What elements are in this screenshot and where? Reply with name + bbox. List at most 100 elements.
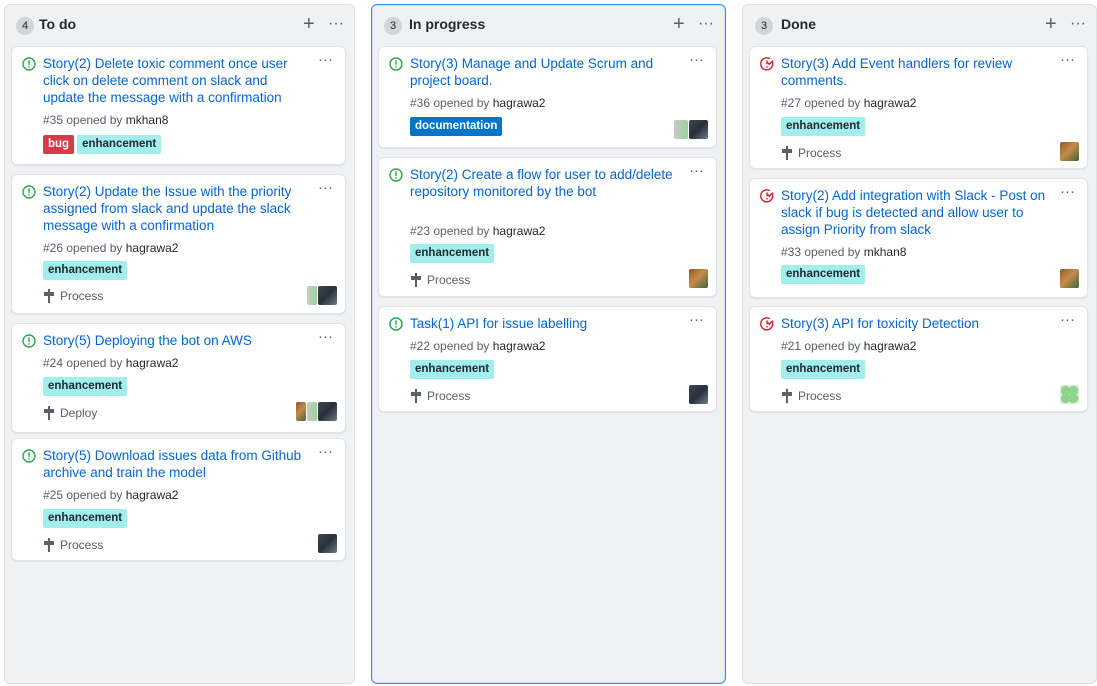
avatar[interactable] [307,402,317,421]
column-title: Done [781,16,816,32]
milestone-icon [44,289,54,303]
card-menu-button[interactable]: ··· [689,162,704,179]
author-link[interactable]: hagrawa2 [493,339,546,353]
card-issue-26[interactable]: Story(2) Update the Issue with the prior… [11,174,346,314]
card-menu-button[interactable]: ··· [318,328,333,345]
card-issue-33[interactable]: Story(2) Add integration with Slack - Po… [749,178,1088,298]
card-title-link[interactable]: Story(2) Update the Issue with the prior… [43,183,307,234]
label-list: enhancement [43,509,128,528]
issue-closed-icon [760,317,774,331]
milestone[interactable]: Process [781,146,841,160]
milestone-label: Process [60,289,104,303]
card-title-link[interactable]: Story(3) API for toxicity Detection [781,315,1049,332]
author-link[interactable]: hagrawa2 [126,356,179,370]
card-title-link[interactable]: Story(2) Create a flow for user to add/d… [410,166,678,200]
avatar[interactable] [1060,142,1079,161]
milestone[interactable]: Process [43,538,103,552]
label-documentation[interactable]: documentation [410,117,503,136]
label-list: documentation [410,117,503,136]
issue-opened-icon [22,57,36,71]
assignee-avatars [1060,269,1079,288]
column-menu-button[interactable]: ··· [698,13,714,35]
author-link[interactable]: hagrawa2 [126,488,179,502]
avatar[interactable] [318,534,337,553]
card-issue-35[interactable]: Story(2) Delete toxic comment once user … [11,46,346,165]
card-issue-24[interactable]: Story(5) Deploying the bot on AWS ··· #2… [11,323,346,433]
label-enhancement[interactable]: enhancement [410,360,495,379]
label-enhancement[interactable]: enhancement [781,265,866,284]
author-link[interactable]: hagrawa2 [864,339,917,353]
card-issue-27[interactable]: Story(3) Add Event handlers for review c… [749,46,1088,169]
author-link[interactable]: hagrawa2 [493,224,546,238]
label-enhancement[interactable]: enhancement [43,261,128,280]
label-enhancement[interactable]: enhancement [43,509,128,528]
label-enhancement[interactable]: enhancement [781,117,866,136]
card-title-link[interactable]: Story(5) Deploying the bot on AWS [43,332,307,349]
milestone[interactable]: Process [43,289,103,303]
milestone[interactable]: Process [410,389,470,403]
card-meta: #22 opened by hagrawa2 [410,339,545,353]
author-link[interactable]: hagrawa2 [126,241,179,255]
milestone-label: Process [60,538,104,552]
label-list: enhancement [781,117,866,136]
card-title-link[interactable]: Task(1) API for issue labelling [410,315,678,332]
card-issue-22[interactable]: Task(1) API for issue labelling ··· #22 … [378,306,717,412]
avatar[interactable] [689,385,708,404]
card-title-link[interactable]: Story(3) Add Event handlers for review c… [781,55,1049,89]
column-count-badge: 3 [384,17,402,35]
issue-number-text: #33 opened by [781,245,861,259]
author-link[interactable]: hagrawa2 [864,96,917,110]
issue-number-text: #22 opened by [410,339,490,353]
avatar[interactable] [674,120,688,139]
card-menu-button[interactable]: ··· [689,51,704,68]
card-issue-25[interactable]: Story(5) Download issues data from Githu… [11,438,346,561]
author-link[interactable]: hagrawa2 [493,96,546,110]
issue-number-text: #27 opened by [781,96,861,110]
card-menu-button[interactable]: ··· [689,311,704,328]
author-link[interactable]: mkhan8 [864,245,907,259]
milestone[interactable]: Process [781,389,841,403]
milestone-icon [411,389,421,403]
column-menu-button[interactable]: ··· [1070,13,1086,35]
label-enhancement[interactable]: enhancement [410,244,495,263]
card-menu-button[interactable]: ··· [318,179,333,196]
avatar[interactable] [318,286,337,305]
avatar[interactable] [307,286,317,305]
avatar[interactable] [296,402,306,421]
column-menu-button[interactable]: ··· [328,13,344,35]
card-title-link[interactable]: Story(5) Download issues data from Githu… [43,447,307,481]
issue-closed-icon [760,189,774,203]
add-card-button[interactable]: + [1045,13,1057,35]
avatar[interactable] [318,402,337,421]
issue-number-text: #25 opened by [43,488,123,502]
milestone-icon [44,538,54,552]
add-card-button[interactable]: + [673,13,685,35]
avatar[interactable] [1060,385,1079,404]
label-bug[interactable]: bug [43,135,75,154]
card-menu-button[interactable]: ··· [1060,183,1075,200]
card-menu-button[interactable]: ··· [1060,311,1075,328]
author-link[interactable]: mkhan8 [126,113,169,127]
column-count-badge: 3 [755,17,773,35]
card-menu-button[interactable]: ··· [318,51,333,68]
avatar[interactable] [689,269,708,288]
column-done: 3 Done + ··· Story(3) Add Event handlers… [742,4,1097,684]
milestone[interactable]: Deploy [43,406,97,420]
card-title-link[interactable]: Story(3) Manage and Update Scrum and pro… [410,55,678,89]
milestone[interactable]: Process [410,273,470,287]
card-menu-button[interactable]: ··· [1060,51,1075,68]
label-enhancement[interactable]: enhancement [77,135,162,154]
card-title-link[interactable]: Story(2) Add integration with Slack - Po… [781,187,1049,238]
card-issue-36[interactable]: Story(3) Manage and Update Scrum and pro… [378,46,717,148]
avatar[interactable] [689,120,708,139]
avatar[interactable] [1060,269,1079,288]
issue-opened-icon [389,168,403,182]
add-card-button[interactable]: + [303,13,315,35]
card-title-link[interactable]: Story(2) Delete toxic comment once user … [43,55,307,106]
card-issue-23[interactable]: Story(2) Create a flow for user to add/d… [378,157,717,297]
label-enhancement[interactable]: enhancement [43,377,128,396]
milestone-label: Process [798,146,842,160]
card-menu-button[interactable]: ··· [318,443,333,460]
label-enhancement[interactable]: enhancement [781,360,866,379]
card-issue-21[interactable]: Story(3) API for toxicity Detection ··· … [749,306,1088,412]
